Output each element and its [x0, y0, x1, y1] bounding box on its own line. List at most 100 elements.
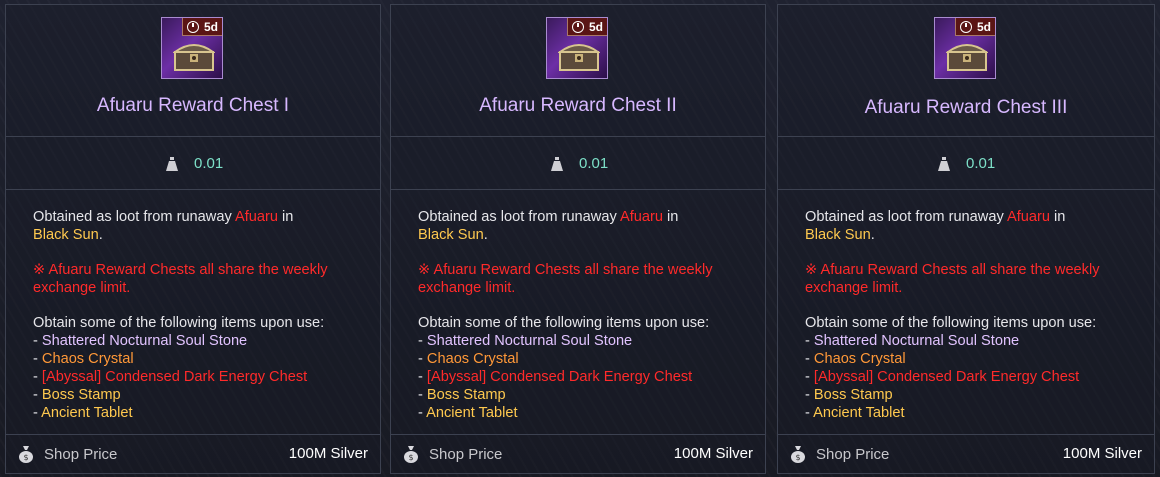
weekly-limit-notice: ※ Afuaru Reward Chests all share the wee…: [418, 262, 713, 296]
clock-icon: [572, 20, 584, 33]
items-intro: Obtain some of the following items upon …: [33, 315, 325, 331]
item-title: Afuaru Reward Chest III: [864, 97, 1068, 118]
reward-list-item: - Ancient Tablet: [418, 404, 748, 422]
reward-name: Ancient Tablet: [813, 405, 905, 421]
duration-badge: 5d: [955, 18, 995, 36]
reward-list-item: - Shattered Nocturnal Soul Stone: [805, 332, 1135, 350]
money-bag-icon: $: [19, 446, 33, 463]
list-dash: -: [418, 333, 427, 349]
obtain-prefix: Obtained as loot from runaway: [805, 209, 1007, 225]
list-dash: -: [805, 387, 814, 403]
duration-label: 5d: [203, 19, 218, 34]
shop-price-value: 100M Silver: [673, 445, 753, 462]
reward-list-item: - Ancient Tablet: [33, 404, 363, 422]
reward-name: Chaos Crystal: [41, 351, 134, 367]
shop-price-footer: $ Shop Price 100M Silver: [778, 434, 1154, 475]
weight-value: 0.01: [194, 155, 224, 172]
weekly-limit-notice: ※ Afuaru Reward Chests all share the wee…: [33, 262, 328, 296]
tooltip-header: 5d Afuaru Reward Chest III: [778, 5, 1154, 135]
reward-list-item: - [Abyssal] Condensed Dark Energy Chest: [418, 368, 748, 386]
obtain-end: .: [870, 227, 875, 243]
shop-price-footer: $ Shop Price 100M Silver: [6, 434, 380, 475]
item-tooltip-card-1: 5d Afuaru Reward Chest I 0.01 Obtained a…: [5, 4, 381, 474]
list-dash: -: [418, 387, 427, 403]
weekly-limit-notice: ※ Afuaru Reward Chests all share the wee…: [805, 262, 1100, 296]
item-icon[interactable]: 5d: [546, 17, 608, 79]
duration-label: 5d: [588, 19, 603, 34]
location-name: Black Sun: [33, 227, 99, 243]
location-name: Black Sun: [805, 227, 871, 243]
svg-text:$: $: [408, 453, 413, 462]
reward-list-item: - Ancient Tablet: [805, 404, 1135, 422]
duration-label: 5d: [976, 19, 991, 34]
reward-name: Boss Stamp: [41, 387, 121, 403]
clock-icon: [960, 20, 972, 33]
list-dash: -: [418, 369, 427, 385]
obtain-end: .: [98, 227, 103, 243]
list-dash: -: [418, 405, 427, 421]
weight-icon: [938, 156, 950, 171]
reward-list-item: - Shattered Nocturnal Soul Stone: [418, 332, 748, 350]
treasure-chest-icon: [558, 44, 600, 71]
weight-icon: [551, 156, 563, 171]
reward-name: [Abyssal] Condensed Dark Energy Chest: [41, 369, 308, 385]
reward-name: Shattered Nocturnal Soul Stone: [813, 333, 1020, 349]
list-dash: -: [33, 387, 42, 403]
obtain-prefix: Obtained as loot from runaway: [418, 209, 620, 225]
obtain-source-text: Obtained as loot from runaway Afuaru in B…: [418, 208, 748, 244]
item-icon[interactable]: 5d: [934, 17, 996, 79]
description-section: Obtained as loot from runaway Afuaru in B…: [6, 189, 380, 434]
weight-value: 0.01: [579, 155, 609, 172]
list-dash: -: [805, 369, 814, 385]
monster-name: Afuaru: [1007, 209, 1050, 225]
reward-list-item: - Chaos Crystal: [33, 350, 363, 368]
duration-badge: 5d: [182, 18, 222, 36]
item-tooltip-card-2: 5d Afuaru Reward Chest II 0.01 Obtained …: [390, 4, 766, 474]
reward-list-item: - Chaos Crystal: [805, 350, 1135, 368]
weight-section: 0.01: [778, 136, 1154, 189]
reward-list-item: - [Abyssal] Condensed Dark Energy Chest: [805, 368, 1135, 386]
shop-price-value: 100M Silver: [288, 445, 368, 462]
list-dash: -: [33, 333, 42, 349]
reward-name: Shattered Nocturnal Soul Stone: [426, 333, 633, 349]
weight-section: 0.01: [6, 136, 380, 189]
item-title: Afuaru Reward Chest I: [96, 95, 290, 116]
obtain-mid: in: [1050, 209, 1066, 225]
item-icon[interactable]: 5d: [161, 17, 223, 79]
reward-list-item: - Chaos Crystal: [418, 350, 748, 368]
reward-name: Boss Stamp: [426, 387, 506, 403]
description-section: Obtained as loot from runaway Afuaru in B…: [778, 189, 1154, 434]
list-dash: -: [805, 351, 814, 367]
reward-list-item: - Boss Stamp: [418, 386, 748, 404]
money-bag-icon: $: [791, 446, 805, 463]
list-dash: -: [418, 351, 427, 367]
shop-price-label: Shop Price: [429, 445, 503, 463]
reward-name: Chaos Crystal: [813, 351, 906, 367]
list-dash: -: [805, 405, 814, 421]
shop-price-footer: $ Shop Price 100M Silver: [391, 434, 765, 475]
shop-price-value: 100M Silver: [1062, 445, 1142, 462]
duration-badge: 5d: [567, 18, 607, 36]
obtain-source-text: Obtained as loot from runaway Afuaru in B…: [33, 208, 363, 244]
list-dash: -: [33, 405, 42, 421]
items-intro: Obtain some of the following items upon …: [418, 315, 710, 331]
shop-price-label: Shop Price: [44, 445, 118, 463]
item-title: Afuaru Reward Chest II: [479, 95, 677, 116]
reward-list-item: - [Abyssal] Condensed Dark Energy Chest: [33, 368, 363, 386]
monster-name: Afuaru: [235, 209, 278, 225]
treasure-chest-icon: [946, 44, 988, 71]
reward-name: [Abyssal] Condensed Dark Energy Chest: [426, 369, 693, 385]
list-dash: -: [33, 351, 42, 367]
obtain-prefix: Obtained as loot from runaway: [33, 209, 235, 225]
obtain-mid: in: [278, 209, 294, 225]
shop-price-label: Shop Price: [816, 445, 890, 463]
list-dash: -: [33, 369, 42, 385]
reward-name: [Abyssal] Condensed Dark Energy Chest: [813, 369, 1080, 385]
description-section: Obtained as loot from runaway Afuaru in B…: [391, 189, 765, 434]
list-dash: -: [805, 333, 814, 349]
weight-section: 0.01: [391, 136, 765, 189]
reward-name: Boss Stamp: [813, 387, 893, 403]
weight-value: 0.01: [966, 155, 996, 172]
weight-icon: [166, 156, 178, 171]
money-bag-icon: $: [404, 446, 418, 463]
